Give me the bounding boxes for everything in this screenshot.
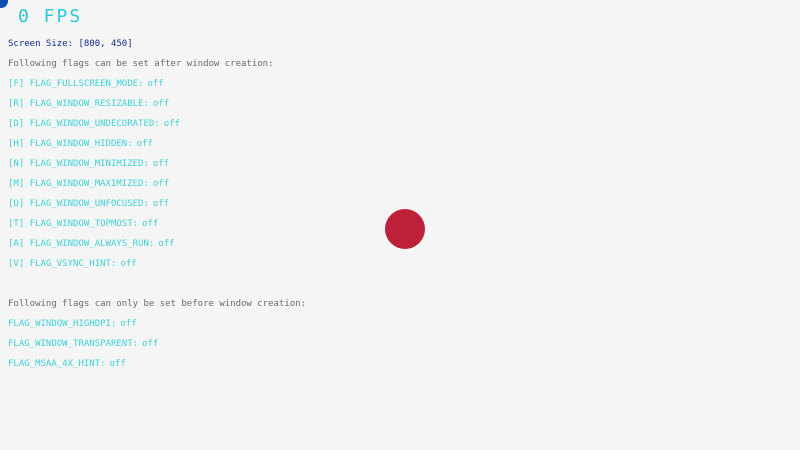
- flag-window-transparent: FLAG_WINDOW_TRANSPARENT: off: [8, 338, 158, 350]
- flag-state: off: [163, 119, 180, 129]
- flag-window-hidden: [H] FLAG_WINDOW_HIDDEN: off: [8, 138, 153, 150]
- flag-state: off: [109, 359, 126, 369]
- bouncing-ball: [385, 209, 425, 249]
- after-creation-heading: Following flags can be set after window …: [8, 59, 274, 69]
- flag-label: [R] FLAG_WINDOW_RESIZABLE:: [8, 99, 149, 109]
- flag-label: [V] FLAG_VSYNC_HINT:: [8, 259, 117, 269]
- flag-window-highdpi: FLAG_WINDOW_HIGHDPI: off: [8, 318, 137, 330]
- corner-dot: [0, 0, 8, 8]
- flag-state: off: [120, 259, 137, 269]
- flag-label: [A] FLAG_WINDOW_ALWAYS_RUN:: [8, 239, 155, 249]
- flag-state: off: [147, 79, 164, 89]
- flag-label: FLAG_MSAA_4X_HINT:: [8, 359, 106, 369]
- flag-window-unfocused: [U] FLAG_WINDOW_UNFOCUSED: off: [8, 198, 169, 210]
- flag-state: off: [142, 219, 159, 229]
- flag-window-resizable: [R] FLAG_WINDOW_RESIZABLE: off: [8, 98, 169, 110]
- flag-label: [T] FLAG_WINDOW_TOPMOST:: [8, 219, 139, 229]
- flag-state: off: [152, 99, 170, 109]
- flag-state: off: [152, 179, 170, 189]
- flag-state: off: [152, 159, 170, 169]
- before-creation-heading: Following flags can only be set before w…: [8, 299, 307, 309]
- flag-state: off: [152, 199, 170, 209]
- flag-state: off: [136, 139, 153, 149]
- flag-msaa-4x-hint: FLAG_MSAA_4X_HINT: off: [8, 358, 126, 370]
- flag-window-topmost: [T] FLAG_WINDOW_TOPMOST: off: [8, 218, 158, 230]
- flag-label: FLAG_WINDOW_HIGHDPI:: [8, 319, 117, 329]
- flag-state: off: [142, 339, 159, 349]
- flag-window-undecorated: [D] FLAG_WINDOW_UNDECORATED: off: [8, 118, 180, 130]
- flag-window-maximized: [M] FLAG_WINDOW_MAXIMIZED: off: [8, 178, 169, 190]
- flag-label: [H] FLAG_WINDOW_HIDDEN:: [8, 139, 133, 149]
- flag-state: off: [120, 319, 137, 329]
- flag-window-always-run: [A] FLAG_WINDOW_ALWAYS_RUN: off: [8, 238, 175, 250]
- flag-label: [N] FLAG_WINDOW_MINIMIZED:: [8, 159, 149, 169]
- fps-counter: 0 FPS: [18, 6, 83, 27]
- flag-label: [D] FLAG_WINDOW_UNDECORATED:: [8, 119, 160, 129]
- flag-label: FLAG_WINDOW_TRANSPARENT:: [8, 339, 139, 349]
- flag-label: [F] FLAG_FULLSCREEN_MODE:: [8, 79, 144, 89]
- flag-label: [M] FLAG_WINDOW_MAXIMIZED:: [8, 179, 149, 189]
- screen-size-label: Screen Size: [800, 450]: [8, 39, 133, 49]
- flag-state: off: [158, 239, 175, 249]
- flag-label: [U] FLAG_WINDOW_UNFOCUSED:: [8, 199, 149, 209]
- flag-window-minimized: [N] FLAG_WINDOW_MINIMIZED: off: [8, 158, 169, 170]
- flag-vsync-hint: [V] FLAG_VSYNC_HINT: off: [8, 258, 137, 270]
- flag-fullscreen-mode: [F] FLAG_FULLSCREEN_MODE: off: [8, 78, 164, 90]
